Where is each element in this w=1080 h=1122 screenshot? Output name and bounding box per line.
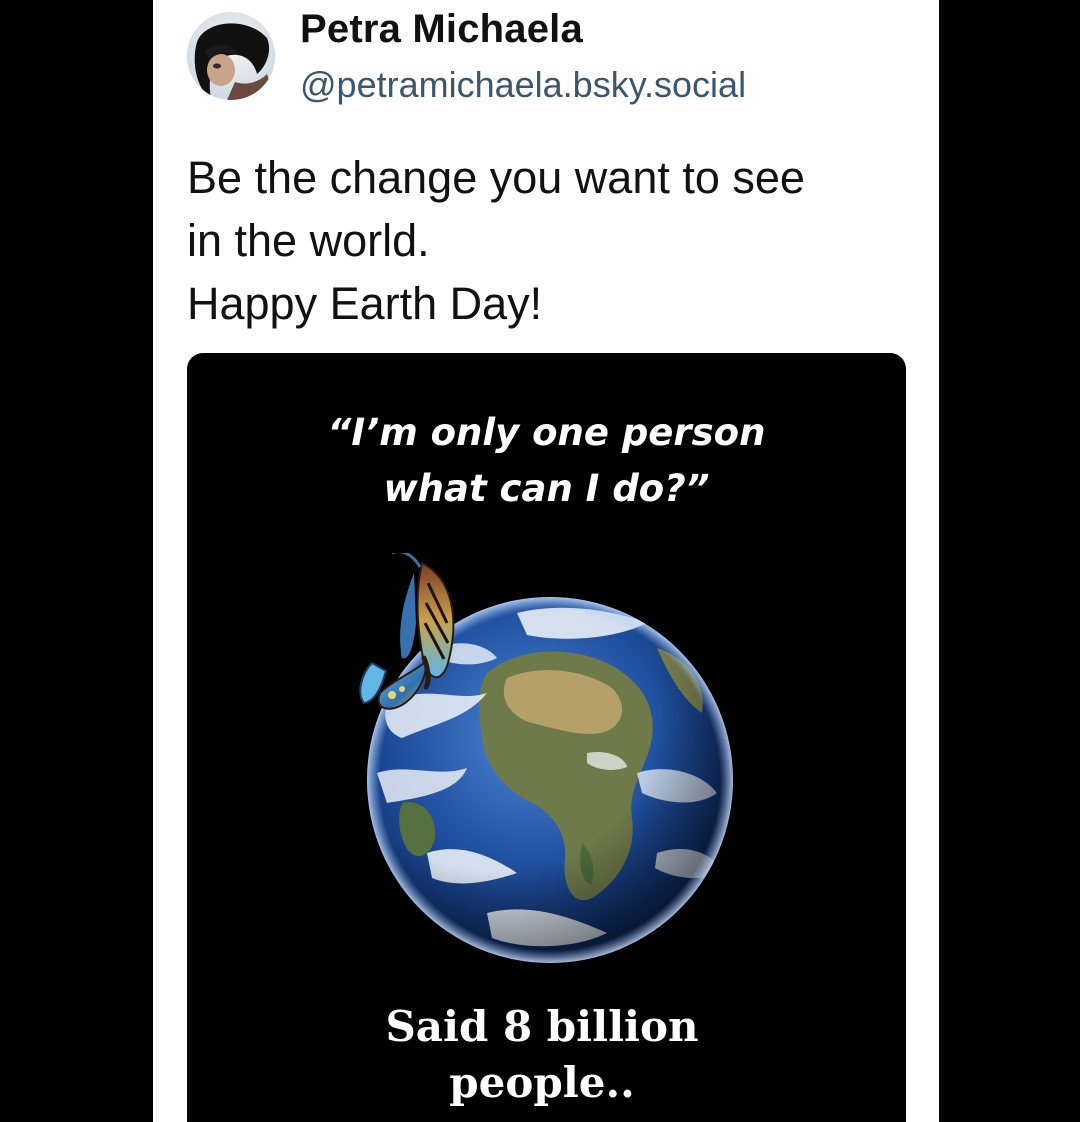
image-quote-line: what can I do?” [383,467,710,510]
image-caption-line: Said 8 billion [385,1002,699,1051]
post-image[interactable]: “I’m only one person what can I do?” Sai… [187,353,906,1122]
image-caption-line: people.. [449,1058,635,1107]
avatar[interactable] [187,12,275,100]
author-display-name[interactable]: Petra Michaela [300,7,583,52]
earth-illustration [359,553,733,963]
post-text-line: in the world. [187,215,430,266]
post-text-line: Happy Earth Day! [187,278,543,329]
image-caption: Said 8 billion people.. [187,999,897,1111]
author-handle[interactable]: @petramichaela.bsky.social [300,64,746,106]
screenshot-frame: Petra Michaela @petramichaela.bsky.socia… [0,0,1080,1122]
post-text: Be the change you want to see in the wor… [187,146,907,335]
avatar-photo-icon [187,12,275,100]
post-card: Petra Michaela @petramichaela.bsky.socia… [153,0,939,1122]
post-text-line: Be the change you want to see [187,152,805,203]
image-quote-line: “I’m only one person [327,411,766,454]
image-quote: “I’m only one person what can I do?” [187,405,906,517]
